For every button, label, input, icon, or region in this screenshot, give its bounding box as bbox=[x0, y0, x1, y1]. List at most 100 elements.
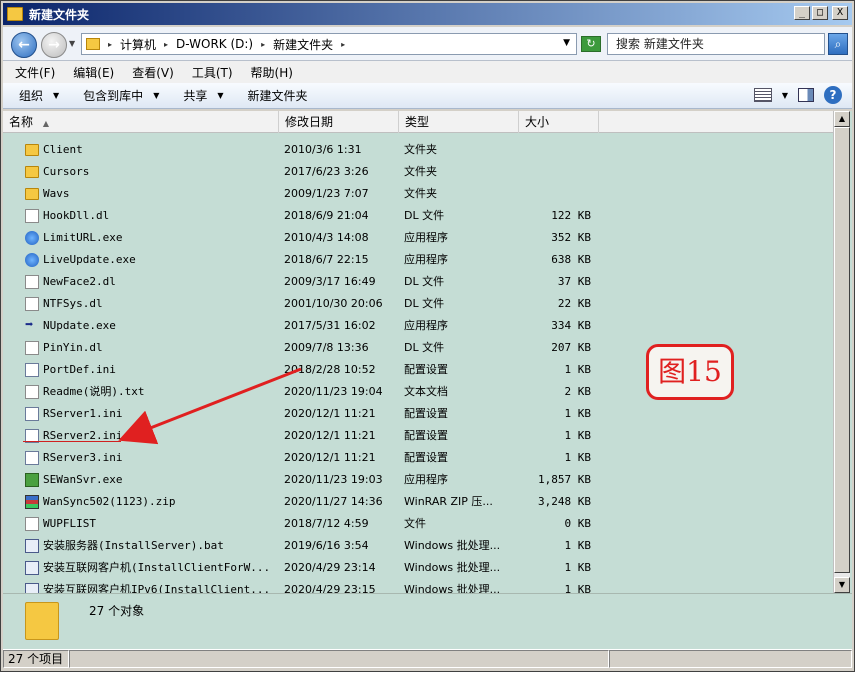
file-type: WinRAR ZIP 压... bbox=[404, 495, 493, 508]
menu-bar: 文件(F) 编辑(E) 查看(V) 工具(T) 帮助(H) bbox=[3, 61, 852, 83]
file-type: DL 文件 bbox=[404, 275, 445, 288]
chevron-right-icon[interactable]: ▸ bbox=[108, 40, 112, 49]
chevron-right-icon[interactable]: ▸ bbox=[164, 40, 168, 49]
view-controls: ▼ ? bbox=[753, 86, 842, 104]
column-name[interactable]: 名称 ▲ bbox=[3, 111, 279, 133]
table-row[interactable]: HookDll.dl 2018/6/9 21:04 DL 文件 122 KB bbox=[3, 205, 833, 227]
arrow-icon: ➡ bbox=[25, 317, 34, 333]
menu-view[interactable]: 查看(V) bbox=[132, 64, 174, 81]
table-row[interactable]: NTFSys.dl 2001/10/30 20:06 DL 文件 22 KB bbox=[3, 293, 833, 315]
menu-edit[interactable]: 编辑(E) bbox=[73, 64, 114, 81]
include-in-library-button[interactable]: 包含到库中 ▼ bbox=[83, 87, 159, 104]
chevron-down-icon[interactable]: ▼ bbox=[782, 91, 788, 100]
batch-icon bbox=[25, 561, 39, 575]
file-date: 2010/3/6 1:31 bbox=[284, 143, 362, 156]
scroll-thumb[interactable] bbox=[834, 127, 850, 573]
view-mode-icon[interactable] bbox=[753, 88, 772, 102]
file-type: DL 文件 bbox=[404, 297, 445, 310]
scroll-down-icon[interactable]: ▼ bbox=[834, 577, 850, 593]
chevron-right-icon[interactable]: ▸ bbox=[341, 40, 345, 49]
globe-icon bbox=[25, 253, 39, 267]
table-row[interactable]: WUPFLIST 2018/7/12 4:59 文件 0 KB bbox=[3, 513, 833, 535]
share-label: 共享 bbox=[183, 89, 208, 103]
breadcrumb-computer[interactable]: 计算机 bbox=[120, 36, 156, 53]
chevron-down-icon: ▼ bbox=[217, 91, 224, 100]
address-dropdown-icon[interactable]: ▼ bbox=[563, 38, 570, 48]
back-button[interactable]: ← bbox=[11, 32, 37, 58]
table-row[interactable]: SEWanSvr.exe 2020/11/23 19:03 应用程序 1,857 KB bbox=[3, 469, 833, 491]
file-name: RServer2.ini bbox=[43, 429, 123, 442]
column-headers: 名称 ▲ 修改日期 类型 大小 bbox=[3, 111, 833, 133]
menu-help[interactable]: 帮助(H) bbox=[251, 64, 293, 81]
chevron-right-icon[interactable]: ▸ bbox=[261, 40, 265, 49]
organize-button[interactable]: 组织 ▼ bbox=[19, 87, 59, 104]
file-name: SEWanSvr.exe bbox=[43, 473, 123, 486]
search-input[interactable]: 搜索 新建文件夹 bbox=[607, 33, 825, 55]
recent-pages-dropdown[interactable]: ▼ bbox=[69, 39, 75, 48]
file-type: 配置设置 bbox=[404, 429, 448, 442]
help-icon[interactable]: ? bbox=[824, 86, 842, 104]
scroll-up-icon[interactable]: ▲ bbox=[834, 111, 850, 127]
folder-icon bbox=[7, 7, 23, 21]
search-icon[interactable]: ⌕ bbox=[828, 33, 848, 55]
menu-file[interactable]: 文件(F) bbox=[15, 64, 55, 81]
file-icon bbox=[25, 341, 39, 355]
table-row[interactable]: LiveUpdate.exe 2018/6/7 22:15 应用程序 638 KB bbox=[3, 249, 833, 271]
column-type[interactable]: 类型 bbox=[399, 111, 519, 133]
column-size[interactable]: 大小 bbox=[519, 111, 599, 133]
file-size: 22 KB bbox=[557, 297, 591, 310]
file-date: 2001/10/30 20:06 bbox=[284, 297, 383, 310]
file-type: 配置设置 bbox=[404, 451, 448, 464]
new-folder-button[interactable]: 新建文件夹 bbox=[248, 87, 308, 104]
breadcrumb-folder[interactable]: 新建文件夹 bbox=[273, 36, 333, 53]
file-size: 1 KB bbox=[564, 407, 592, 420]
minimize-button[interactable]: _ bbox=[794, 6, 810, 20]
file-name: 安装互联网客户机(InstallClientForW... bbox=[43, 561, 271, 574]
annotation-label: 图15 bbox=[646, 344, 734, 400]
chevron-down-icon: ▼ bbox=[53, 91, 60, 100]
refresh-button[interactable]: ↻ bbox=[581, 36, 601, 52]
ini-icon bbox=[25, 407, 39, 421]
file-size: 1 KB bbox=[564, 429, 592, 442]
include-in-library-label: 包含到库中 bbox=[83, 89, 144, 103]
file-name: Readme(说明).txt bbox=[43, 385, 145, 398]
title-bar[interactable]: 新建文件夹 _ □ X bbox=[3, 3, 852, 25]
highlight-underline bbox=[23, 441, 121, 442]
vertical-scrollbar[interactable]: ▲ ▼ bbox=[833, 111, 850, 593]
table-row[interactable]: Cursors 2017/6/23 3:26 文件夹 bbox=[3, 161, 833, 183]
file-name: Wavs bbox=[43, 187, 70, 200]
ini-icon bbox=[25, 451, 39, 465]
file-size: 2 KB bbox=[564, 385, 592, 398]
table-row[interactable]: 安装服务器(InstallServer).bat 2019/6/16 3:54 Wi… bbox=[3, 535, 833, 557]
new-folder-label: 新建文件夹 bbox=[247, 89, 308, 103]
file-icon bbox=[25, 297, 39, 311]
file-size: 1,857 KB bbox=[538, 473, 591, 486]
table-row[interactable]: Client 2010/3/6 1:31 文件夹 bbox=[3, 139, 833, 161]
table-row[interactable]: LimitURL.exe 2010/4/3 14:08 应用程序 352 KB bbox=[3, 227, 833, 249]
menu-tools[interactable]: 工具(T) bbox=[192, 64, 233, 81]
forward-button[interactable]: → bbox=[41, 32, 67, 58]
file-icon bbox=[25, 209, 39, 223]
breadcrumb-drive[interactable]: D-WORK (D:) bbox=[176, 37, 253, 51]
preview-pane-icon[interactable] bbox=[798, 88, 814, 102]
share-button[interactable]: 共享 ▼ bbox=[183, 87, 223, 104]
file-name: Client bbox=[43, 143, 83, 156]
folder-icon bbox=[25, 166, 39, 178]
table-row[interactable]: RServer2.ini 2020/12/1 11:21 配置设置 1 KB bbox=[3, 425, 833, 447]
table-row[interactable]: 安装互联网客户机(InstallClientForW... 2020/4/29 2… bbox=[3, 557, 833, 579]
table-row[interactable]: Wavs 2009/1/23 7:07 文件夹 bbox=[3, 183, 833, 205]
file-name: HookDll.dl bbox=[43, 209, 110, 222]
maximize-button[interactable]: □ bbox=[812, 6, 828, 20]
table-row[interactable]: WanSync502(1123).zip 2020/11/27 14:36 WinR… bbox=[3, 491, 833, 513]
file-name: WUPFLIST bbox=[43, 517, 96, 530]
table-row[interactable]: NewFace2.dl 2009/3/17 16:49 DL 文件 37 KB bbox=[3, 271, 833, 293]
file-name: Cursors bbox=[43, 165, 90, 178]
file-type: Windows 批处理... bbox=[404, 539, 501, 552]
table-row[interactable]: RServer3.ini 2020/12/1 11:21 配置设置 1 KB bbox=[3, 447, 833, 469]
column-date[interactable]: 修改日期 bbox=[279, 111, 399, 133]
table-row[interactable]: RServer1.ini 2020/12/1 11:21 配置设置 1 KB bbox=[3, 403, 833, 425]
file-date: 2017/6/23 3:26 bbox=[284, 165, 369, 178]
table-row[interactable]: ➡ NUpdate.exe 2017/5/31 16:02 应用程序 334 KB bbox=[3, 315, 833, 337]
address-bar[interactable]: ▸ 计算机 ▸ D-WORK (D:) ▸ 新建文件夹 ▸ ▼ bbox=[81, 33, 577, 55]
close-button[interactable]: X bbox=[832, 6, 848, 20]
